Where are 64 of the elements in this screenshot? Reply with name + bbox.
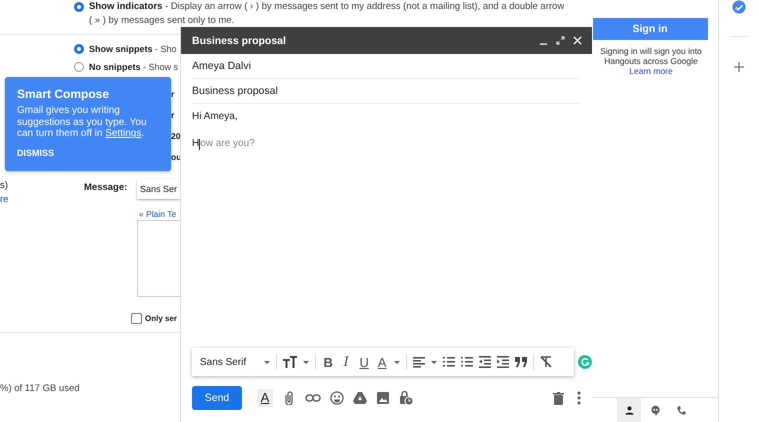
label-fragment: r: [171, 109, 176, 121]
compose-title: Business proposal: [192, 34, 287, 46]
radio-button[interactable]: [74, 44, 84, 54]
learn-more-link[interactable]: Learn more: [629, 66, 673, 76]
trash-icon[interactable]: [553, 392, 564, 404]
radio-button[interactable]: [74, 2, 84, 12]
lock-clock-icon[interactable]: [399, 390, 414, 406]
image-icon[interactable]: [376, 391, 390, 405]
tooltip-message: Gmail gives you writing suggestions as you type. You can turn them off in Settings.: [17, 105, 148, 140]
font-dropdown[interactable]: Sans Ser: [137, 179, 180, 199]
recipient-field[interactable]: Ameya Dalvi: [192, 54, 581, 79]
quote-icon[interactable]: [515, 357, 528, 367]
text-color-button[interactable]: A: [376, 354, 388, 370]
settings-link[interactable]: Settings: [105, 128, 142, 139]
person-icon[interactable]: [624, 404, 634, 416]
triangle-icon[interactable]: [353, 391, 367, 405]
font-dropdown[interactable]: Sans Serif: [200, 356, 246, 368]
checkbox-label: Only ser: [145, 314, 178, 323]
align-icon[interactable]: [413, 356, 426, 368]
typed-text: H: [192, 137, 200, 151]
caret-icon: [264, 360, 270, 364]
underline-button[interactable]: U: [358, 354, 370, 370]
sign-in-button[interactable]: Sign in: [592, 18, 708, 40]
caret-icon: [431, 360, 438, 364]
numbered-list-icon[interactable]: [443, 356, 456, 368]
text-cursor: [199, 138, 200, 150]
suggested-text: ow are you?: [200, 137, 255, 151]
option-description: No snippets - Show s: [89, 61, 178, 74]
italic-button[interactable]: I: [340, 354, 352, 370]
chat-bubble-icon[interactable]: [650, 404, 660, 416]
radio-button[interactable]: [74, 62, 84, 72]
bulleted-list-icon[interactable]: [461, 356, 474, 368]
label-fragment: r: [171, 88, 176, 100]
message-label: Message:: [84, 182, 128, 193]
caret-icon: [394, 360, 400, 364]
phone-icon[interactable]: [676, 404, 686, 416]
send-button[interactable]: Send: [192, 386, 242, 410]
text-fragment: s): [0, 179, 9, 193]
close-icon[interactable]: [573, 36, 582, 45]
option-description: Show snippets - Sho: [89, 43, 177, 56]
storage-usage: %) of 117 GB used: [0, 383, 81, 394]
more-options-icon[interactable]: [577, 391, 581, 405]
subject-field[interactable]: Business proposal: [192, 79, 581, 104]
indent-less-icon[interactable]: [479, 356, 492, 368]
link-fragment[interactable]: re: [0, 193, 80, 207]
expand-icon[interactable]: [556, 36, 565, 45]
smiley-icon[interactable]: [330, 391, 344, 405]
remove-formatting-icon[interactable]: [540, 356, 552, 368]
tooltip-title: Smart Compose: [17, 87, 110, 101]
checkbox[interactable]: [131, 313, 142, 324]
plain-text-link[interactable]: « Plain Te: [139, 209, 180, 219]
indent-more-icon[interactable]: [497, 356, 510, 368]
message-body[interactable]: Hi Ameya, How are you?: [192, 104, 581, 348]
plus-icon[interactable]: [734, 62, 744, 72]
caret-icon: [303, 360, 310, 364]
text-size-icon[interactable]: [283, 356, 298, 368]
option-description: Show indicators - Display an arrow ( › ) by messages sent to my address (not a mailing list), and a double arrow ( » ) by messages sent only to me.: [89, 0, 566, 28]
tasks-icon[interactable]: [732, 0, 746, 14]
bold-button[interactable]: B: [322, 354, 334, 370]
label-fragment: 20: [171, 130, 180, 142]
greeting-text: Hi Ameya,: [192, 110, 239, 124]
sign-in-message: Signing in will sign you into Hangouts across Google: [599, 46, 703, 66]
dismiss-button[interactable]: DISMISS: [17, 148, 54, 158]
formatting-options-button[interactable]: A: [257, 389, 273, 407]
